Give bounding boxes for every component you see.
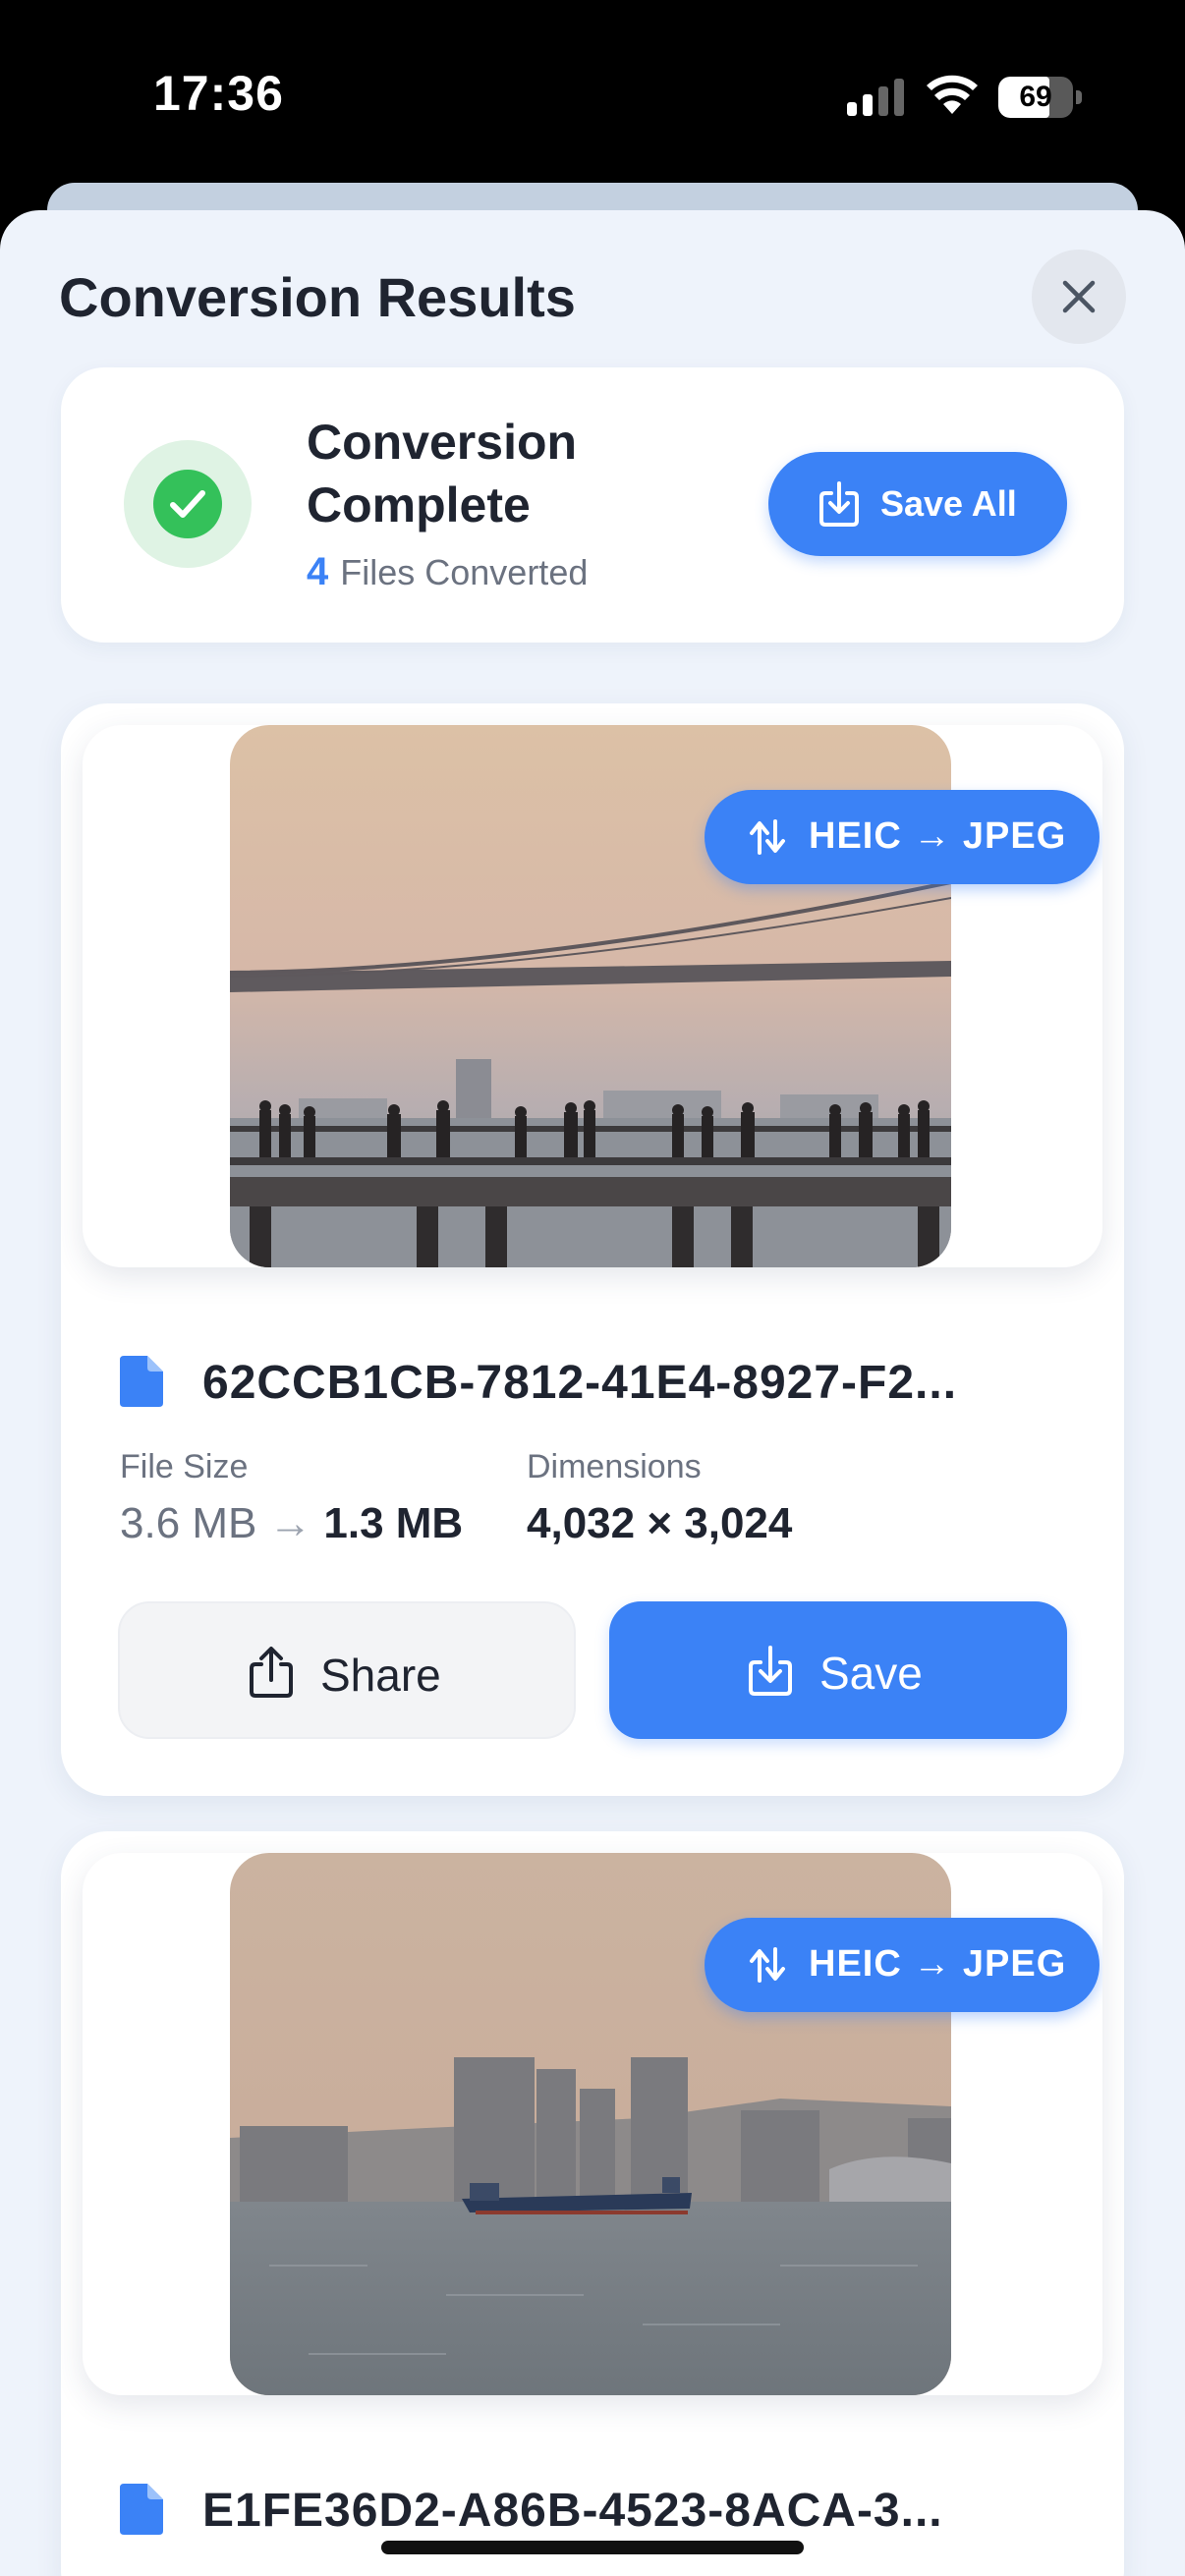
close-button[interactable]: [1032, 250, 1126, 344]
image-preview: HEIC → JPEG: [83, 1853, 1102, 2395]
format-badge: HEIC → JPEG: [705, 1918, 1100, 2012]
converted-size: 1.3 MB: [323, 1499, 464, 1547]
share-label: Share: [320, 1650, 441, 1701]
document-icon: [120, 1356, 163, 1407]
status-bar: 17:36 69: [0, 0, 1185, 187]
file-size-label: File Size: [120, 1448, 249, 1485]
format-label: HEIC → JPEG: [809, 1943, 1067, 1985]
dimensions-value: 4,032 × 3,024: [527, 1499, 793, 1547]
image-preview: HEIC → JPEG: [83, 725, 1102, 1267]
file-size-value: 3.6 MB → 1.3 MB: [120, 1499, 463, 1548]
close-icon: [1062, 280, 1096, 313]
file-card: HEIC → JPEG 62CCB1CB-7812-41E4-8927-F2..…: [61, 703, 1124, 1796]
document-icon: [120, 2484, 163, 2535]
page-title: Conversion Results: [59, 266, 576, 328]
share-button[interactable]: Share: [118, 1601, 576, 1739]
save-label: Save: [819, 1648, 923, 1699]
summary-title: Conversion Complete: [307, 415, 578, 532]
save-all-button[interactable]: Save All: [768, 452, 1067, 556]
file-name-row: 62CCB1CB-7812-41E4-8927-F2...: [120, 1352, 1102, 1411]
file-name-row: E1FE36D2-A86B-4523-8ACA-3...: [120, 2480, 1102, 2539]
summary-card: Conversion Complete 4 Files Converted Sav…: [61, 367, 1124, 643]
convert-arrows-icon: [750, 819, 785, 855]
battery-percent: 69: [1019, 81, 1052, 113]
files-count-label: Files Converted: [340, 552, 589, 592]
results-sheet: Conversion Results Conversion Complete 4…: [0, 210, 1185, 2576]
home-indicator[interactable]: [381, 2541, 804, 2554]
checkmark-icon: [170, 490, 205, 518]
original-size: 3.6 MB: [120, 1499, 257, 1547]
success-badge: [124, 440, 252, 568]
cellular-signal-icon: [847, 79, 904, 116]
file-name: 62CCB1CB-7812-41E4-8927-F2...: [202, 1357, 958, 1409]
download-icon: [819, 481, 859, 527]
file-name: E1FE36D2-A86B-4523-8ACA-3...: [202, 2485, 943, 2537]
battery-indicator: 69: [998, 77, 1082, 118]
status-time: 17:36: [153, 66, 284, 121]
arrow-right-icon: →: [268, 1499, 312, 1547]
wifi-icon: [927, 75, 978, 114]
download-icon: [749, 1646, 792, 1696]
save-all-label: Save All: [880, 483, 1017, 524]
dimensions-label: Dimensions: [527, 1448, 702, 1485]
convert-arrows-icon: [750, 1947, 785, 1983]
save-button[interactable]: Save: [609, 1601, 1067, 1739]
file-card: HEIC → JPEG E1FE36D2-A86B-4523-8ACA-3...: [61, 1831, 1124, 2576]
format-label: HEIC → JPEG: [809, 815, 1067, 857]
summary-count: 4 Files Converted: [307, 550, 588, 594]
files-count: 4: [307, 550, 329, 593]
format-badge: HEIC → JPEG: [705, 790, 1100, 884]
share-icon: [250, 1647, 293, 1698]
